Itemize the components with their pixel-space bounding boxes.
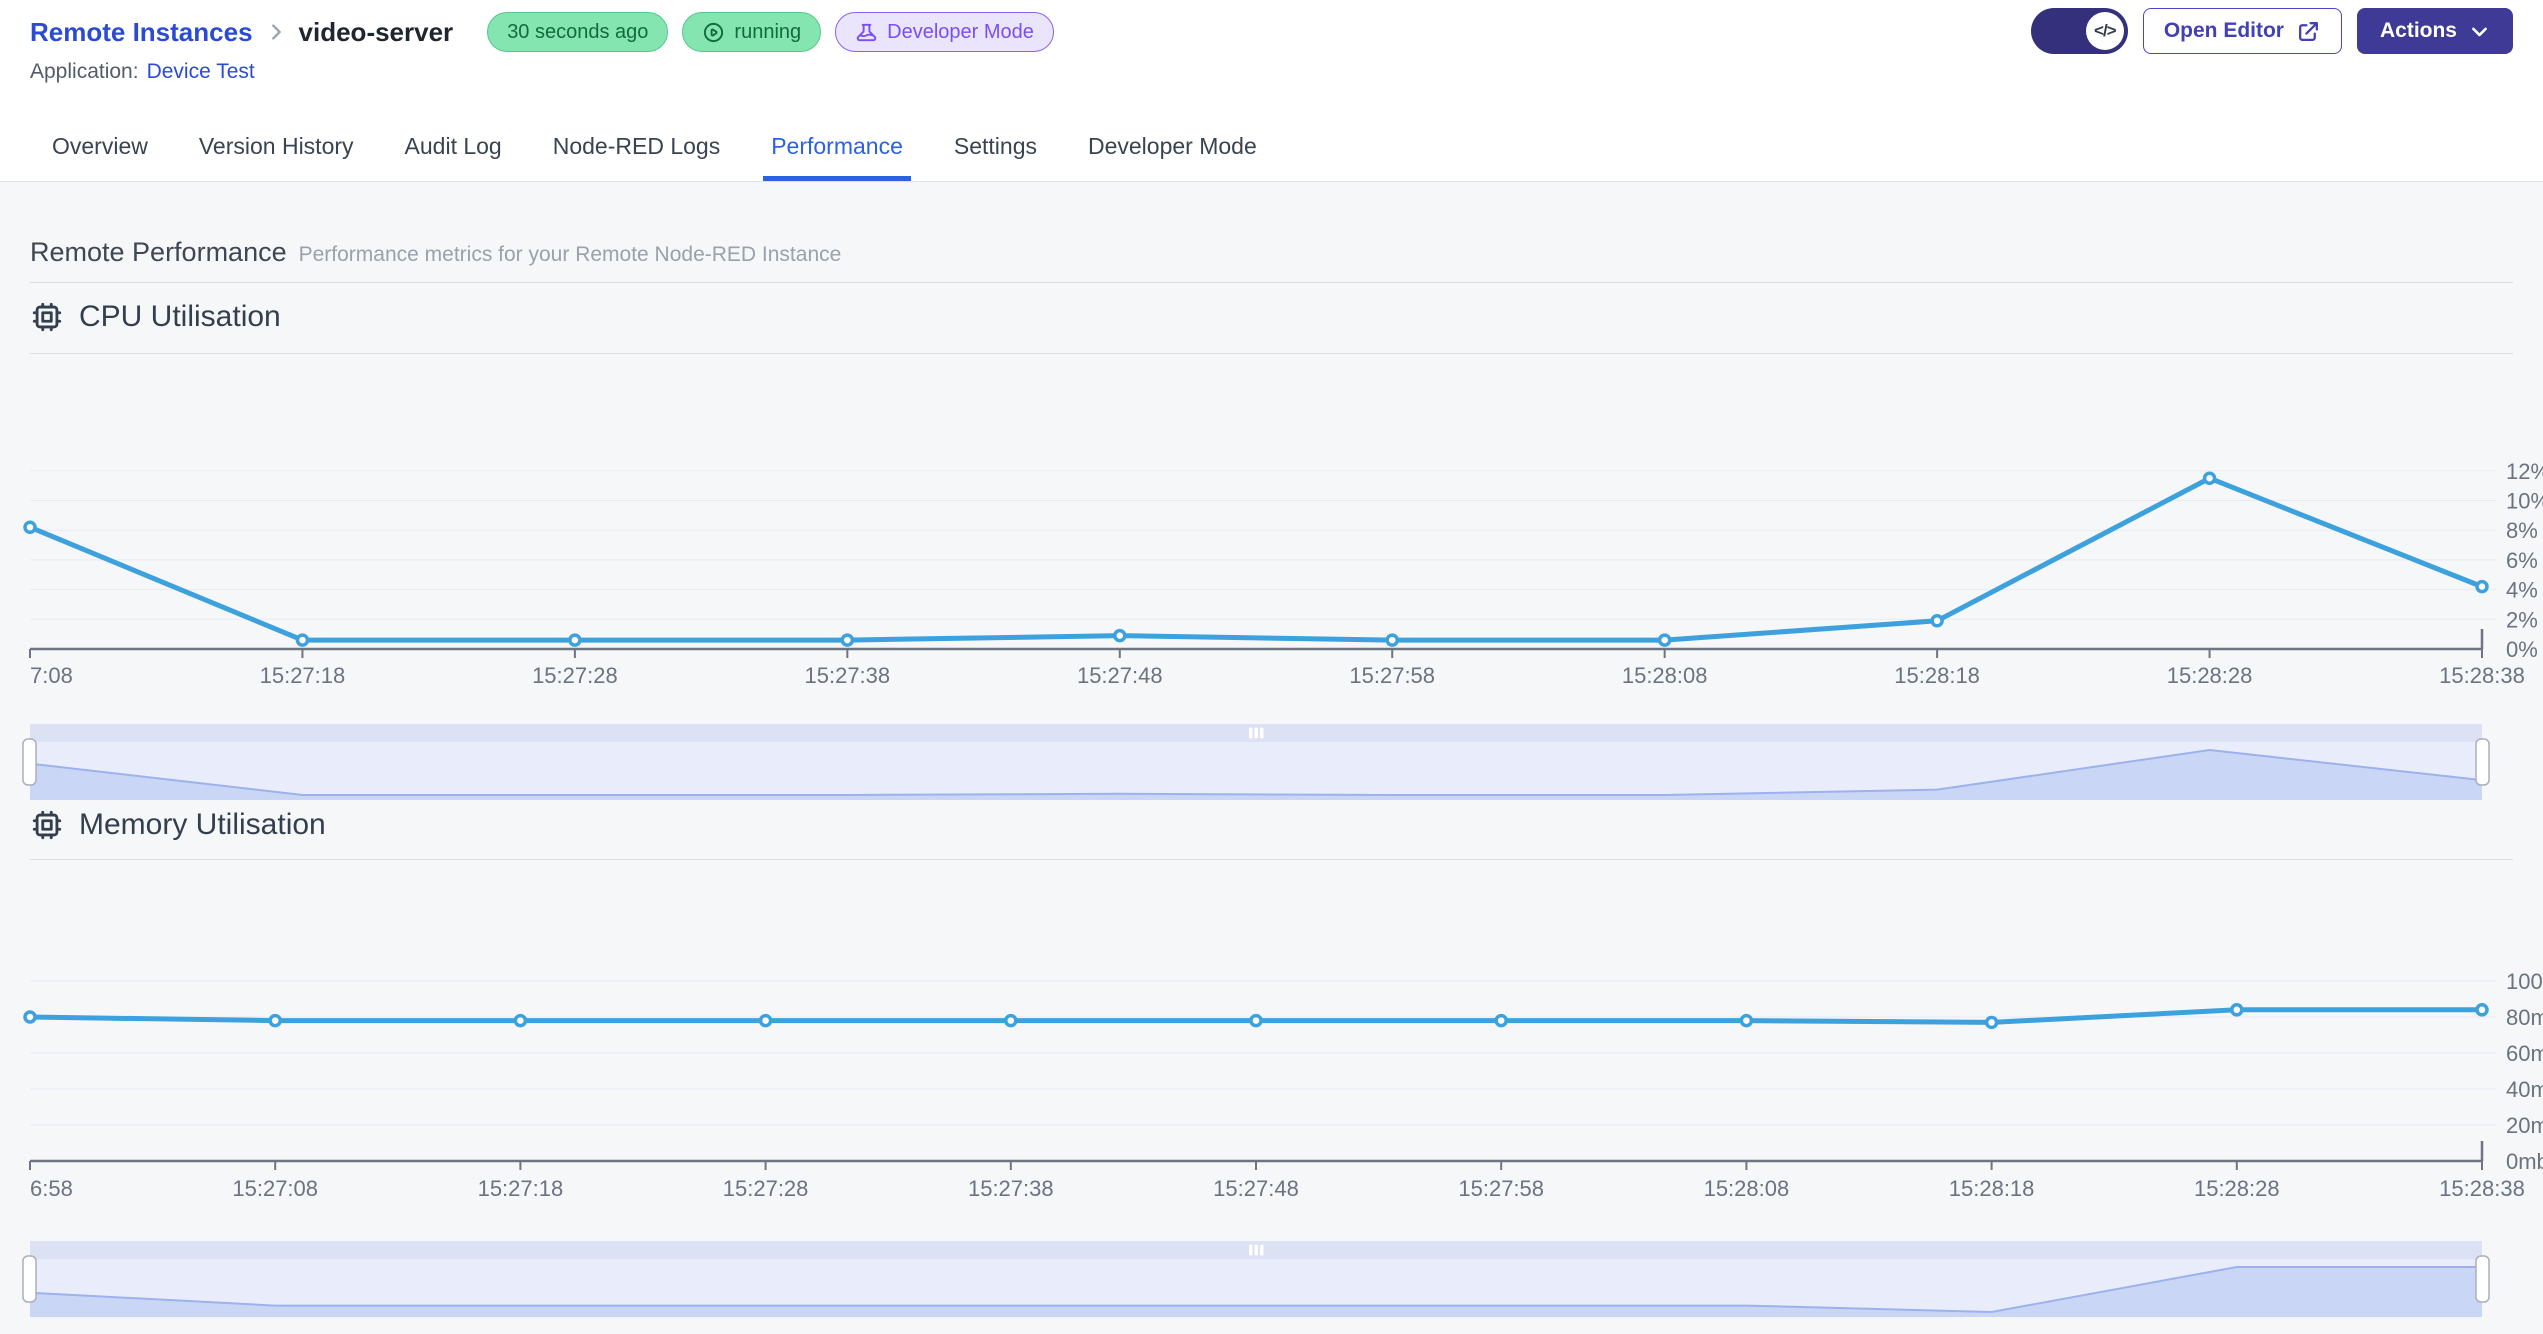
- svg-text:20mb: 20mb: [2506, 1113, 2543, 1138]
- svg-text:6%: 6%: [2506, 548, 2538, 573]
- svg-text:15:27:38: 15:27:38: [968, 1176, 1054, 1201]
- tab-overview[interactable]: Overview: [50, 112, 150, 181]
- tab-node-red-logs[interactable]: Node-RED Logs: [551, 112, 722, 181]
- svg-text:10%: 10%: [2506, 489, 2543, 514]
- svg-text:15:27:28: 15:27:28: [532, 663, 618, 688]
- external-link-icon: [2296, 19, 2321, 44]
- open-editor-label: Open Editor: [2163, 19, 2284, 42]
- breadcrumb-remote-instances-link[interactable]: Remote Instances: [30, 17, 253, 48]
- svg-text:15:28:08: 15:28:08: [1704, 1176, 1790, 1201]
- svg-text:15:27:18: 15:27:18: [260, 663, 346, 688]
- tab-settings[interactable]: Settings: [952, 112, 1039, 181]
- developer-mode-badge: Developer Mode: [835, 12, 1054, 52]
- breadcrumb: Remote Instances video-server 30 seconds…: [30, 10, 1054, 54]
- svg-text:15:28:28: 15:28:28: [2167, 663, 2253, 688]
- svg-text:0mb: 0mb: [2506, 1149, 2543, 1174]
- running-status-badge: running: [682, 12, 822, 52]
- svg-text:15:27:18: 15:27:18: [478, 1176, 564, 1201]
- open-editor-button[interactable]: Open Editor: [2142, 8, 2342, 54]
- running-label: running: [734, 20, 802, 43]
- svg-text:15:28:18: 15:28:18: [1894, 663, 1980, 688]
- cpu-utilisation-chart: 0% 2% 4% 6% 8% 10% 12% 7:08 15:27:18 15:27:28 15:2…: [23, 459, 2543, 688]
- svg-text:15:28:08: 15:28:08: [1622, 663, 1708, 688]
- code-icon: </>: [2085, 12, 2124, 50]
- cpu-chip-icon: [30, 808, 64, 842]
- application-row: Application: Device Test: [30, 60, 255, 84]
- memory-section-header: Memory Utilisation: [30, 792, 326, 858]
- instance-name: video-server: [298, 16, 454, 47]
- tab-bar: Overview Version History Audit Log Node-…: [50, 112, 1259, 181]
- svg-text:15:28:38: 15:28:38: [2439, 1176, 2525, 1201]
- brush-left-handle[interactable]: [22, 1255, 37, 1303]
- svg-text:15:27:58: 15:27:58: [1349, 663, 1435, 688]
- actions-label: Actions: [2379, 19, 2457, 42]
- status-badges: 30 seconds ago running Developer Mode: [487, 12, 1054, 52]
- header-controls: </> Open Editor Actions: [2030, 8, 2513, 54]
- cpu-section-header: CPU Utilisation: [30, 284, 281, 350]
- tab-developer-mode[interactable]: Developer Mode: [1086, 112, 1259, 181]
- svg-text:15:27:08: 15:27:08: [232, 1176, 318, 1201]
- last-seen-badge: 30 seconds ago: [487, 12, 669, 52]
- svg-text:80mb: 80mb: [2506, 1005, 2543, 1030]
- brush-right-handle[interactable]: [2475, 1255, 2490, 1303]
- memory-utilisation-chart: 0mb 20mb 40mb 60mb 80mb 100mb 6:58 15:27:08 15:2…: [23, 969, 2543, 1201]
- svg-text:40mb: 40mb: [2506, 1077, 2543, 1102]
- brush-grip-icon[interactable]: [1249, 727, 1264, 739]
- developer-mode-toggle[interactable]: </>: [2030, 8, 2128, 54]
- svg-text:15:27:38: 15:27:38: [805, 663, 891, 688]
- svg-text:8%: 8%: [2506, 518, 2538, 543]
- svg-text:15:28:18: 15:28:18: [1949, 1176, 2035, 1201]
- application-link[interactable]: Device Test: [147, 60, 255, 84]
- cpu-range-brush[interactable]: [22, 724, 2543, 802]
- chevron-down-icon: [2469, 21, 2490, 42]
- svg-text:4%: 4%: [2506, 578, 2538, 603]
- svg-text:2%: 2%: [2506, 607, 2538, 632]
- svg-text:0%: 0%: [2506, 637, 2538, 662]
- brush-right-handle[interactable]: [2475, 738, 2490, 786]
- panel-subtitle: Performance metrics for your Remote Node…: [298, 243, 842, 266]
- svg-text:15:28:38: 15:28:38: [2439, 663, 2525, 688]
- page-header: Remote Instances video-server 30 seconds…: [0, 0, 2543, 181]
- brush-grip-icon[interactable]: [1249, 1244, 1264, 1256]
- memory-range-brush[interactable]: [22, 1241, 2543, 1319]
- svg-text:12%: 12%: [2506, 459, 2543, 484]
- svg-text:15:27:58: 15:27:58: [1458, 1176, 1544, 1201]
- svg-text:6:58: 6:58: [30, 1176, 73, 1201]
- svg-text:15:27:28: 15:27:28: [723, 1176, 809, 1201]
- svg-text:60mb: 60mb: [2506, 1041, 2543, 1066]
- remote-instance-performance-page: Remote Instances video-server 30 seconds…: [0, 0, 2543, 1334]
- svg-text:7:08: 7:08: [30, 663, 73, 688]
- panel-header: Remote Performance Performance metrics f…: [30, 237, 841, 268]
- tab-version-history[interactable]: Version History: [197, 112, 356, 181]
- tab-audit-log[interactable]: Audit Log: [403, 112, 504, 181]
- cpu-section-title: CPU Utilisation: [79, 300, 281, 333]
- chevron-right-icon: [265, 21, 287, 43]
- memory-section-title: Memory Utilisation: [79, 808, 326, 841]
- beaker-icon: [855, 21, 878, 44]
- divider: [30, 859, 2513, 860]
- svg-text:15:27:48: 15:27:48: [1213, 1176, 1299, 1201]
- application-label: Application:: [30, 60, 139, 83]
- developer-mode-label: Developer Mode: [887, 20, 1034, 43]
- actions-button[interactable]: Actions: [2356, 8, 2513, 54]
- panel-title: Remote Performance: [30, 237, 287, 267]
- svg-text:15:27:48: 15:27:48: [1077, 663, 1163, 688]
- tab-performance[interactable]: Performance: [763, 112, 911, 181]
- performance-panel: Remote Performance Performance metrics f…: [0, 181, 2543, 1334]
- divider: [30, 282, 2513, 283]
- last-seen-label: 30 seconds ago: [507, 20, 649, 43]
- svg-text:15:28:28: 15:28:28: [2194, 1176, 2280, 1201]
- cpu-chip-icon: [30, 300, 64, 334]
- svg-text:100mb: 100mb: [2506, 969, 2543, 994]
- brush-left-handle[interactable]: [22, 738, 37, 786]
- play-circle-icon: [702, 21, 725, 44]
- divider: [30, 353, 2513, 354]
